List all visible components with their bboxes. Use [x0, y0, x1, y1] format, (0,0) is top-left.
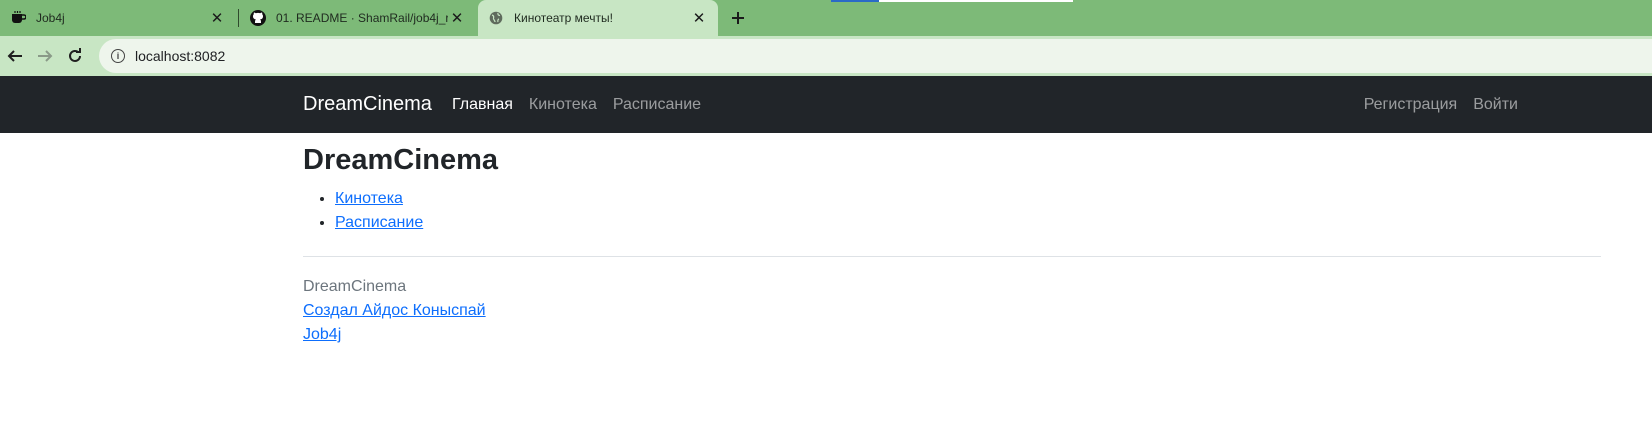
- nav-link-home[interactable]: Главная: [452, 96, 513, 114]
- author-link[interactable]: Создал Айдос Коныспай: [303, 302, 486, 319]
- divider: [303, 256, 1601, 257]
- site-navbar: DreamCinema Главная Кинотека Расписание …: [0, 76, 1652, 133]
- url-input[interactable]: i localhost:8082: [99, 39, 1652, 73]
- info-icon[interactable]: i: [111, 49, 125, 63]
- main-content: DreamCinema Кинотека Расписание DreamCin…: [303, 143, 1601, 347]
- tab-title: Кинотеатр мечты!: [514, 11, 613, 25]
- cup-icon: [10, 10, 26, 26]
- link-list: Кинотека Расписание: [335, 187, 1601, 235]
- close-icon[interactable]: ✕: [448, 9, 466, 27]
- job4j-link[interactable]: Job4j: [303, 326, 341, 343]
- reload-button[interactable]: [60, 41, 90, 71]
- strip-mark: [831, 0, 879, 2]
- films-link[interactable]: Кинотека: [335, 190, 403, 207]
- browser-tab-github[interactable]: 01. README · ShamRail/job4j_rec ✕: [240, 0, 476, 36]
- navbar-auth: Регистрация Войти: [1348, 96, 1518, 114]
- footer-name: DreamCinema: [303, 278, 407, 295]
- address-bar: i localhost:8082: [0, 36, 1652, 76]
- new-tab-button[interactable]: [726, 6, 750, 30]
- browser-tab-strip: Job4j ✕ 01. README · ShamRail/job4j_rec …: [0, 0, 1652, 36]
- reload-icon: [69, 48, 81, 62]
- tab-divider: [238, 9, 239, 27]
- browser-tab-job4j[interactable]: Job4j ✕: [0, 0, 236, 36]
- close-icon[interactable]: ✕: [208, 9, 226, 27]
- nav-link-register[interactable]: Регистрация: [1364, 96, 1458, 114]
- browser-tab-active[interactable]: Кинотеатр мечты! ✕: [478, 0, 718, 36]
- arrow-right-icon: [38, 50, 53, 62]
- navbar-brand[interactable]: DreamCinema: [303, 93, 432, 116]
- schedule-link[interactable]: Расписание: [335, 214, 423, 231]
- close-icon[interactable]: ✕: [690, 9, 708, 27]
- plus-icon: [732, 12, 744, 24]
- globe-icon: [488, 10, 504, 26]
- nav-link-schedule[interactable]: Расписание: [613, 96, 701, 114]
- strip-mark: [879, 0, 1073, 2]
- tab-title: Job4j: [36, 11, 65, 25]
- navbar-menu: Главная Кинотека Расписание: [452, 96, 717, 114]
- nav-link-films[interactable]: Кинотека: [529, 96, 597, 114]
- list-item: Расписание: [335, 211, 1601, 235]
- github-icon: [250, 10, 266, 26]
- nav-link-login[interactable]: Войти: [1473, 96, 1518, 114]
- page-title: DreamCinema: [303, 144, 499, 176]
- list-item: Кинотека: [335, 187, 1601, 211]
- back-button[interactable]: [0, 41, 30, 71]
- url-text: localhost:8082: [135, 48, 226, 64]
- tab-title: 01. README · ShamRail/job4j_rec: [276, 11, 448, 25]
- forward-button[interactable]: [30, 41, 60, 71]
- footer: DreamCinema Создал Айдос Коныспай Job4j: [303, 275, 1601, 347]
- arrow-left-icon: [7, 50, 22, 62]
